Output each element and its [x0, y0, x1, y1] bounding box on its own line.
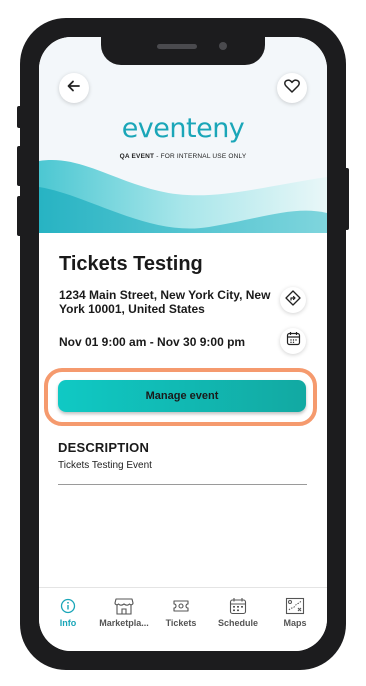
tab-maps[interactable]: Maps [266, 596, 324, 628]
tab-marketplace[interactable]: Marketpla... [95, 596, 153, 628]
calendar-icon [286, 331, 301, 351]
back-button[interactable] [59, 73, 89, 103]
description-heading: DESCRIPTION [58, 440, 150, 455]
directions-button[interactable] [280, 287, 306, 313]
notch [101, 37, 265, 65]
divider [58, 484, 307, 485]
event-subtitle: QA EVENT - FOR INTERNAL USE ONLY [119, 153, 247, 160]
arrow-left-icon [67, 79, 81, 98]
map-icon [266, 596, 324, 616]
calendar-icon [209, 596, 267, 616]
ticket-icon [152, 596, 210, 616]
event-dates: Nov 01 9:00 am - Nov 30 9:00 pm [59, 335, 246, 349]
tab-tickets[interactable]: Tickets [152, 596, 210, 628]
manage-event-button[interactable]: Manage event [58, 380, 306, 412]
mute-switch [17, 106, 22, 128]
description-text: Tickets Testing Event [58, 460, 152, 471]
info-icon [39, 596, 97, 616]
favorite-button[interactable] [277, 73, 307, 103]
tab-marketplace-label: Marketpla... [99, 618, 149, 628]
storefront-icon [95, 596, 153, 616]
volume-down-button [17, 196, 22, 236]
add-to-calendar-button[interactable] [280, 328, 306, 354]
phone-frame: eventeny QA EVENT - FOR INTERNAL USE ONL… [17, 18, 349, 670]
app-screen: eventeny QA EVENT - FOR INTERNAL USE ONL… [39, 37, 327, 651]
tab-info[interactable]: Info [39, 596, 97, 628]
directions-icon [285, 289, 301, 311]
tab-schedule-label: Schedule [217, 618, 258, 628]
event-title: Tickets Testing [59, 253, 203, 275]
event-address: 1234 Main Street, New York City, New Yor… [59, 288, 271, 316]
tab-info-label: Info [59, 618, 77, 628]
eventeny-logo: eventeny [121, 113, 245, 144]
power-button [344, 168, 349, 230]
event-header-banner: eventeny QA EVENT - FOR INTERNAL USE ONL… [39, 37, 327, 233]
tab-schedule[interactable]: Schedule [209, 596, 267, 628]
heart-icon [284, 78, 300, 98]
tab-maps-label: Maps [283, 618, 307, 628]
bottom-tab-bar: Info Marketpla... Tickets Schedule Maps [39, 587, 327, 651]
tab-tickets-label: Tickets [165, 618, 197, 628]
volume-up-button [17, 146, 22, 186]
